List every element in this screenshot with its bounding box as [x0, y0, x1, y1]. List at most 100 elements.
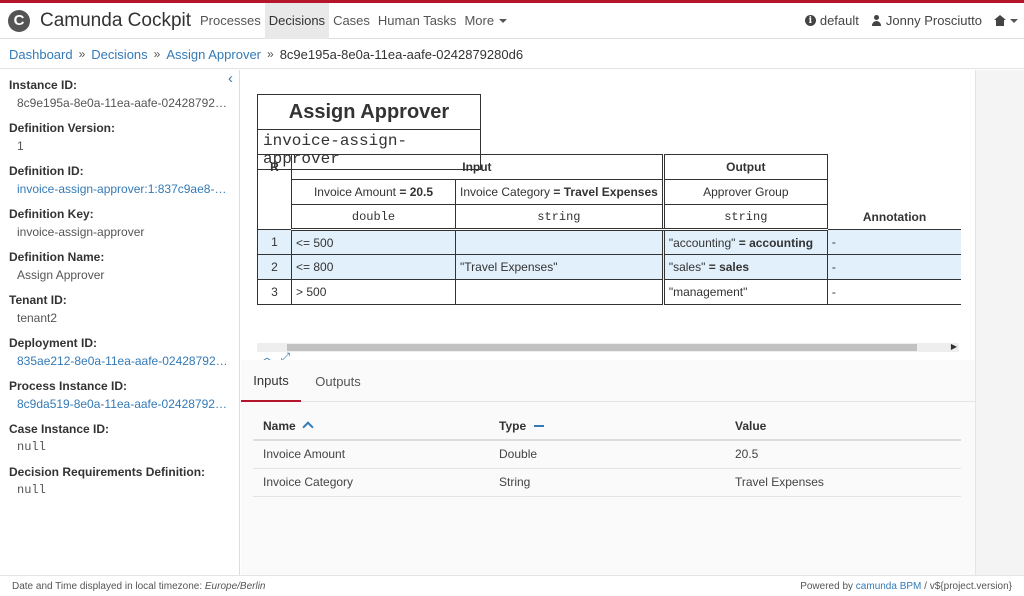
prop-value: 1 — [17, 139, 24, 153]
prop-value: tenant2 — [17, 311, 58, 325]
cell-value: 20.5 — [725, 440, 961, 469]
cell-name: Invoice Category — [253, 468, 489, 497]
cell-type: String — [489, 468, 725, 497]
prop-definition-id: Definition ID: invoice-assign-approver:1… — [9, 164, 239, 196]
breadcrumb-separator: » — [78, 47, 86, 61]
col-type[interactable]: Type — [489, 412, 725, 441]
input-type: string — [455, 204, 664, 231]
rule-annotation[interactable]: - — [826, 279, 962, 305]
rule-output-expr: "sales" — [668, 260, 706, 274]
breadcrumb-current: 8c9e195a-8e0a-11ea-aafe-0242879280d6 — [279, 46, 524, 62]
input-clause-category[interactable]: Invoice Category = Travel Expenses — [455, 179, 664, 205]
rule-input-cell[interactable]: > 500 — [291, 279, 456, 305]
rule-row: 3 > 500 "management" - — [257, 279, 962, 305]
breadcrumb-decisions[interactable]: Decisions — [91, 47, 147, 62]
prop-tenant-id: Tenant ID: tenant2 — [9, 293, 239, 325]
tab-inputs[interactable]: Inputs — [241, 360, 301, 402]
definition-id-link[interactable]: invoice-assign-approver:1:837c9ae8-8e0a-… — [9, 182, 231, 196]
rule-number: 1 — [257, 229, 292, 255]
prop-value: null — [17, 440, 46, 454]
rule-annotation[interactable]: - — [826, 254, 962, 280]
home-menu[interactable] — [988, 15, 1024, 26]
camunda-bpm-link[interactable]: camunda BPM — [856, 581, 922, 592]
prop-label: Tenant ID: — [9, 293, 67, 307]
nav-more[interactable]: More — [460, 3, 511, 39]
rule-annotation[interactable]: - — [826, 229, 962, 255]
main-content: Assign Approver invoice-assign-approver … — [241, 70, 975, 575]
rule-input-cell[interactable] — [455, 229, 664, 255]
rule-input-cell[interactable]: "Travel Expenses" — [455, 254, 664, 280]
tab-outputs[interactable]: Outputs — [307, 360, 369, 402]
input-eq: = — [553, 185, 561, 199]
deployment-id-link[interactable]: 835ae212-8e0a-11ea-aafe-0242879280d6 — [9, 354, 231, 368]
prop-label: Process Instance ID: — [9, 379, 128, 393]
instance-sidebar: ‹ Instance ID: 8c9e195a-8e0a-11ea-aafe-0… — [0, 70, 240, 575]
rule-input-cell[interactable] — [455, 279, 664, 305]
breadcrumb-dashboard[interactable]: Dashboard — [9, 47, 73, 62]
prop-label: Decision Requirements Definition: — [9, 465, 206, 479]
rule-output-eq: = — [708, 260, 716, 274]
rule-row: 1 <= 500 "accounting" = accounting - — [257, 229, 962, 255]
nav-human-tasks[interactable]: Human Tasks — [374, 3, 461, 39]
prop-deployment-id: Deployment ID: 835ae212-8e0a-11ea-aafe-0… — [9, 336, 239, 368]
cell-type: Double — [489, 440, 725, 469]
sort-asc-icon — [302, 420, 314, 433]
brand[interactable]: C Camunda Cockpit — [0, 9, 196, 32]
engine-selector[interactable]: i default — [799, 13, 865, 28]
powered-by: Powered by camunda BPM / v${project.vers… — [800, 581, 1012, 592]
table-row: Invoice Amount Double 20.5 — [253, 440, 961, 469]
input-clause-amount[interactable]: Invoice Amount = 20.5 — [291, 179, 456, 205]
rule-output-eq: = — [738, 235, 746, 250]
timezone-note: Date and Time displayed in local timezon… — [12, 581, 265, 592]
col-name-label: Name — [263, 418, 296, 433]
right-gutter — [975, 70, 1024, 575]
rule-row: 2 <= 800 "Travel Expenses" "sales" = sal… — [257, 254, 962, 280]
prop-value: null — [17, 483, 46, 497]
rule-input-cell[interactable]: <= 500 — [291, 229, 456, 255]
prop-label: Case Instance ID: — [9, 422, 110, 436]
col-value: Value — [725, 412, 961, 441]
collapse-sidebar-icon[interactable]: ‹ — [228, 70, 233, 87]
user-icon — [871, 15, 882, 26]
scrollbar-thumb[interactable] — [287, 344, 917, 351]
nav-cases[interactable]: Cases — [329, 3, 374, 39]
input-value: 20.5 — [409, 185, 434, 199]
prop-label: Definition Key: — [9, 207, 94, 221]
footer: Date and Time displayed in local timezon… — [0, 575, 1024, 596]
decision-table: R Input Output Annotation Invoice Amount… — [257, 154, 962, 305]
prop-case-instance-id: Case Instance ID: null — [9, 422, 239, 454]
prop-label: Instance ID: — [9, 78, 78, 92]
prop-value: invoice-assign-approver — [17, 225, 145, 239]
user-menu[interactable]: Jonny Prosciutto — [865, 13, 988, 28]
output-clause[interactable]: Approver Group — [661, 179, 828, 205]
col-name[interactable]: Name — [253, 412, 489, 441]
process-instance-id-link[interactable]: 8c9da519-8e0a-11ea-aafe-0242879280d6 — [9, 397, 231, 411]
home-icon — [994, 15, 1006, 26]
nav-more-label: More — [464, 13, 495, 28]
detail-tabs: Inputs Outputs — [241, 360, 975, 402]
prop-process-instance-id: Process Instance ID: 8c9da519-8e0a-11ea-… — [9, 379, 239, 411]
rule-output-expr: "management" — [668, 285, 748, 299]
input-eq: = — [399, 185, 407, 199]
prop-label: Definition ID: — [9, 164, 84, 178]
rule-output-cell[interactable]: "management" — [661, 279, 828, 305]
engine-name: default — [819, 13, 859, 28]
rule-output-value: sales — [719, 260, 750, 274]
rule-input-cell[interactable]: <= 800 — [291, 254, 456, 280]
table-horizontal-scrollbar[interactable]: ▶ — [257, 342, 959, 352]
rule-number: 3 — [257, 279, 292, 305]
rule-output-cell[interactable]: "accounting" = accounting — [661, 229, 828, 255]
camunda-logo-icon: C — [8, 9, 30, 32]
rule-output-cell[interactable]: "sales" = sales — [661, 254, 828, 280]
timezone-value: Europe/Berlin — [204, 580, 266, 592]
prop-label: Definition Name: — [9, 250, 105, 264]
breadcrumb-assign-approver[interactable]: Assign Approver — [166, 47, 261, 62]
version-text: / v${project.version} — [921, 580, 1012, 592]
info-icon: i — [804, 15, 816, 26]
sort-none-icon — [534, 424, 545, 427]
nav-decisions[interactable]: Decisions — [264, 2, 330, 39]
prop-label: Definition Version: — [9, 121, 116, 135]
nav-processes[interactable]: Processes — [196, 3, 265, 39]
hit-policy[interactable]: R — [257, 154, 292, 230]
scroll-right-icon[interactable]: ▶ — [951, 342, 957, 351]
